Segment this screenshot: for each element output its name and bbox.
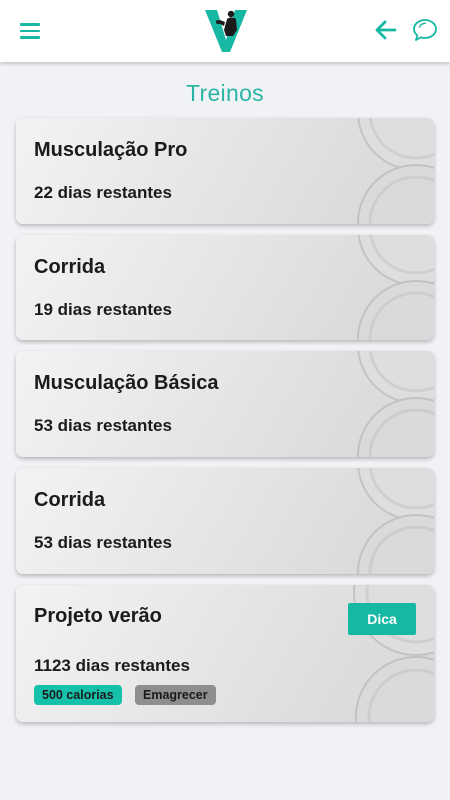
tip-button[interactable]: Dica (348, 603, 416, 635)
workout-card[interactable]: Musculação Básica 53 dias restantes (16, 351, 434, 457)
workout-title: Musculação Básica (34, 372, 219, 394)
goal-tag: Emagrecer (135, 685, 216, 705)
workout-card[interactable]: Corrida 19 dias restantes (16, 235, 434, 340)
workout-title: Projeto verão (34, 605, 162, 627)
workout-days-remaining: 22 dias restantes (34, 183, 172, 202)
weight-plates-image (357, 235, 434, 340)
workout-days-remaining: 53 dias restantes (34, 416, 172, 435)
workout-days-remaining: 1123 dias restantes (34, 656, 190, 675)
calories-tag: 500 calorias (34, 685, 122, 705)
workout-days-remaining: 53 dias restantes (34, 533, 172, 552)
workout-card[interactable]: Projeto verão Dica 1123 dias restantes 5… (16, 585, 434, 722)
workout-title: Corrida (34, 256, 106, 278)
weight-plates-image (357, 118, 434, 224)
arrow-left-icon[interactable] (374, 18, 398, 42)
chat-bubbles-icon[interactable] (411, 16, 439, 44)
workout-title: Corrida (34, 489, 106, 511)
workout-days-remaining: 19 dias restantes (34, 300, 172, 319)
workout-card[interactable]: Musculação Pro 22 dias restantes (16, 118, 434, 224)
page-title: Treinos (186, 80, 264, 106)
weight-plates-image (357, 351, 434, 457)
app-logo (205, 10, 247, 52)
workout-card[interactable]: Corrida 53 dias restantes (16, 468, 434, 574)
weight-plates-image (357, 468, 434, 574)
top-app-bar (0, 0, 450, 62)
workout-title: Musculação Pro (34, 139, 188, 161)
hamburger-menu-icon[interactable] (20, 22, 42, 40)
